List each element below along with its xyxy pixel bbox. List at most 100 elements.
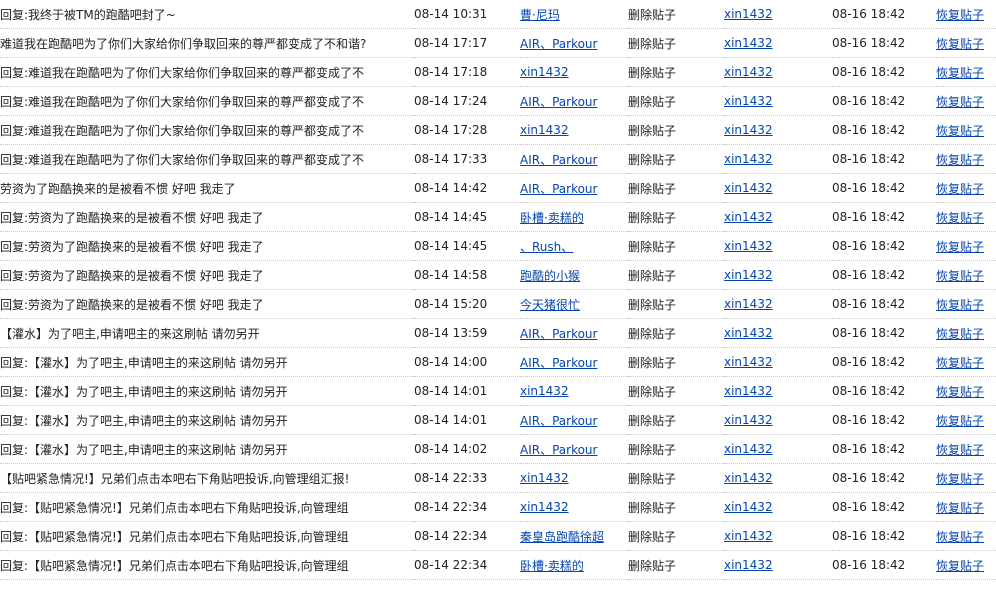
post-title: 回复:【贴吧紧急情况!】兄弟们点击本吧右下角贴吧投诉,向管理组 [0,550,414,580]
action-label: 删除贴子 [628,434,724,464]
operation-time: 08-16 18:42 [832,202,936,232]
restore-post-link[interactable]: 恢复贴子 [936,559,984,573]
author-link[interactable]: AIR、Parkour [520,95,597,109]
post-title: 回复:【灌水】为了吧主,申请吧主的来这刷帖 请勿另开 [0,405,414,435]
operation-time: 08-16 18:42 [832,521,936,551]
table-row: 回复:【贴吧紧急情况!】兄弟们点击本吧右下角贴吧投诉,向管理组 08-14 22:… [0,550,996,580]
author-link[interactable]: AIR、Parkour [520,37,597,51]
restore-post-link[interactable]: 恢复贴子 [936,472,984,486]
post-title: 【贴吧紧急情况!】兄弟们点击本吧右下角贴吧投诉,向管理组汇报! [0,463,414,493]
author-link[interactable]: 跑酷的小猴 [520,269,580,283]
restore-post-link[interactable]: 恢复贴子 [936,240,984,254]
post-time: 08-14 14:45 [414,202,520,232]
author-link[interactable]: xin1432 [520,500,569,514]
table-row: 劳资为了跑酷换来的是被看不惯 好吧 我走了 08-14 14:42 AIR、Park… [0,173,996,203]
author-link[interactable]: AIR、Parkour [520,414,597,428]
author-link[interactable]: AIR、Parkour [520,327,597,341]
author-link[interactable]: 、Rush、 [520,240,573,254]
author-link[interactable]: 卧槽·卖糕的 [520,559,584,573]
author-link[interactable]: AIR、Parkour [520,443,597,457]
operation-time: 08-16 18:42 [832,260,936,290]
author-link[interactable]: xin1432 [520,384,569,398]
operation-time: 08-16 18:42 [832,550,936,580]
action-label: 删除贴子 [628,231,724,261]
post-time: 08-14 14:02 [414,434,520,464]
post-title: 回复:【灌水】为了吧主,申请吧主的来这刷帖 请勿另开 [0,376,414,406]
restore-post-link[interactable]: 恢复贴子 [936,182,984,196]
author-link[interactable]: AIR、Parkour [520,356,597,370]
author-link[interactable]: 曹·尼玛 [520,8,560,22]
operator-link[interactable]: xin1432 [724,152,773,166]
restore-post-link[interactable]: 恢复贴子 [936,443,984,457]
author-link[interactable]: xin1432 [520,471,569,485]
restore-post-link[interactable]: 恢复贴子 [936,414,984,428]
operator-link[interactable]: xin1432 [724,239,773,253]
table-row: 回复:劳资为了跑酷换来的是被看不惯 好吧 我走了 08-14 14:45 、Rush… [0,231,996,261]
operator-link[interactable]: xin1432 [724,94,773,108]
operator-link[interactable]: xin1432 [724,297,773,311]
operation-time: 08-16 18:42 [832,289,936,319]
restore-post-link[interactable]: 恢复贴子 [936,66,984,80]
post-time: 08-14 14:58 [414,260,520,290]
restore-post-link[interactable]: 恢复贴子 [936,37,984,51]
action-label: 删除贴子 [628,521,724,551]
operator-link[interactable]: xin1432 [724,65,773,79]
operation-time: 08-16 18:42 [832,347,936,377]
operator-link[interactable]: xin1432 [724,471,773,485]
table-row: 回复:难道我在跑酷吧为了你们大家给你们争取回来的尊严都变成了不 08-14 17:… [0,57,996,87]
operator-link[interactable]: xin1432 [724,181,773,195]
operator-link[interactable]: xin1432 [724,558,773,572]
post-time: 08-14 14:45 [414,231,520,261]
restore-post-link[interactable]: 恢复贴子 [936,95,984,109]
operator-link[interactable]: xin1432 [724,442,773,456]
operation-time: 08-16 18:42 [832,144,936,174]
author-link[interactable]: xin1432 [520,123,569,137]
author-link[interactable]: xin1432 [520,65,569,79]
action-label: 删除贴子 [628,492,724,522]
operation-time: 08-16 18:42 [832,318,936,348]
restore-post-link[interactable]: 恢复贴子 [936,8,984,22]
operation-time: 08-16 18:42 [832,231,936,261]
restore-post-link[interactable]: 恢复贴子 [936,269,984,283]
action-label: 删除贴子 [628,86,724,116]
operator-link[interactable]: xin1432 [724,413,773,427]
operation-time: 08-16 18:42 [832,57,936,87]
restore-post-link[interactable]: 恢复贴子 [936,530,984,544]
operator-link[interactable]: xin1432 [724,326,773,340]
post-title: 难道我在跑酷吧为了你们大家给你们争取回来的尊严都变成了不和谐? [0,28,414,58]
post-time: 08-14 22:33 [414,463,520,493]
restore-post-link[interactable]: 恢复贴子 [936,298,984,312]
operator-link[interactable]: xin1432 [724,355,773,369]
operator-link[interactable]: xin1432 [724,529,773,543]
operator-link[interactable]: xin1432 [724,36,773,50]
restore-post-link[interactable]: 恢复贴子 [936,385,984,399]
author-link[interactable]: 秦皇岛跑酷徐超 [520,530,604,544]
operator-link[interactable]: xin1432 [724,384,773,398]
operation-time: 08-16 18:42 [832,86,936,116]
action-label: 删除贴子 [628,202,724,232]
post-title: 回复:【灌水】为了吧主,申请吧主的来这刷帖 请勿另开 [0,347,414,377]
restore-post-link[interactable]: 恢复贴子 [936,211,984,225]
post-time: 08-14 22:34 [414,521,520,551]
operator-link[interactable]: xin1432 [724,7,773,21]
restore-post-link[interactable]: 恢复贴子 [936,124,984,138]
author-link[interactable]: 今天猪很忙 [520,298,580,312]
operator-link[interactable]: xin1432 [724,500,773,514]
table-row: 【贴吧紧急情况!】兄弟们点击本吧右下角贴吧投诉,向管理组汇报! 08-14 22:… [0,463,996,493]
table-row: 回复:【贴吧紧急情况!】兄弟们点击本吧右下角贴吧投诉,向管理组 08-14 22:… [0,492,996,522]
author-link[interactable]: AIR、Parkour [520,182,597,196]
operator-link[interactable]: xin1432 [724,210,773,224]
author-link[interactable]: 卧槽·卖糕的 [520,211,584,225]
operation-time: 08-16 18:42 [832,434,936,464]
post-time: 08-14 15:20 [414,289,520,319]
restore-post-link[interactable]: 恢复贴子 [936,327,984,341]
restore-post-link[interactable]: 恢复贴子 [936,501,984,515]
operator-link[interactable]: xin1432 [724,123,773,137]
author-link[interactable]: AIR、Parkour [520,153,597,167]
operator-link[interactable]: xin1432 [724,268,773,282]
action-label: 删除贴子 [628,463,724,493]
restore-post-link[interactable]: 恢复贴子 [936,356,984,370]
post-title: 回复:【贴吧紧急情况!】兄弟们点击本吧右下角贴吧投诉,向管理组 [0,492,414,522]
restore-post-link[interactable]: 恢复贴子 [936,153,984,167]
post-title: 回复:【灌水】为了吧主,申请吧主的来这刷帖 请勿另开 [0,434,414,464]
